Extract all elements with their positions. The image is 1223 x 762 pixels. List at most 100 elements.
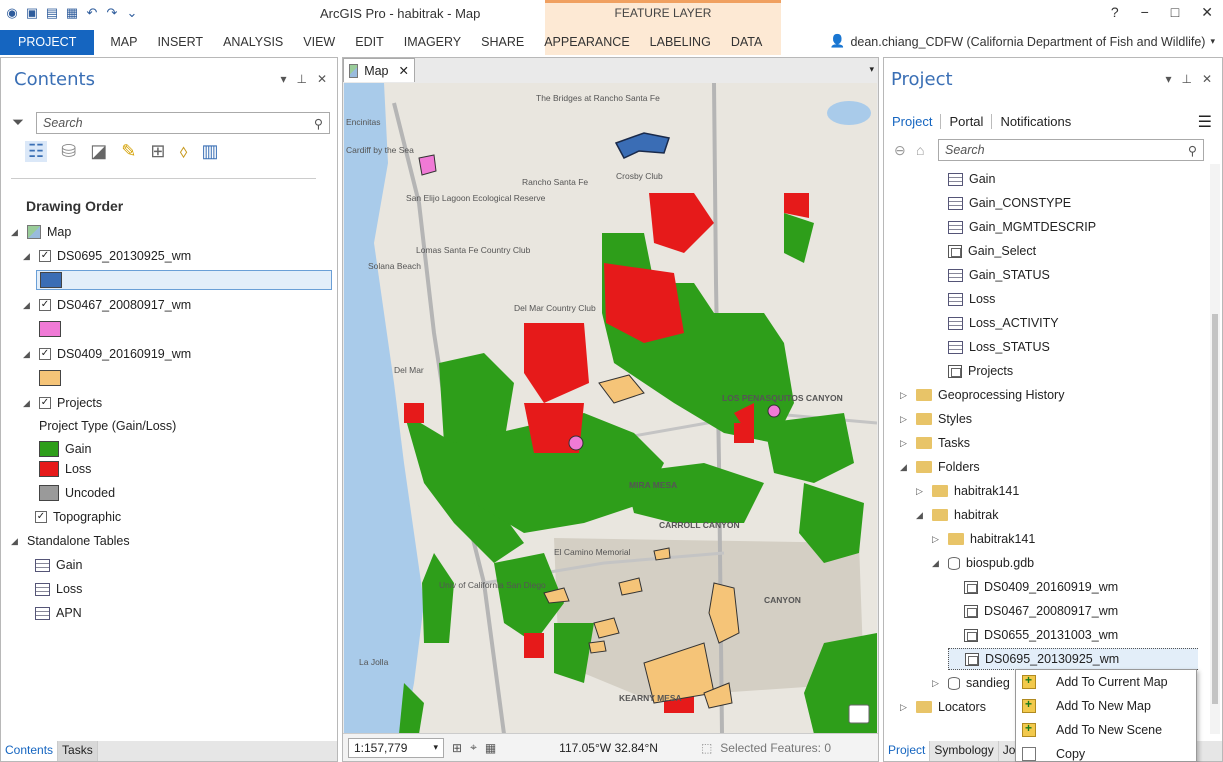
grid-icon[interactable]: ▦ (485, 741, 496, 755)
catalog-item[interactable]: Loss_STATUS (932, 336, 1050, 358)
pane-menu-icon[interactable]: ▾ (1165, 72, 1171, 86)
collapse-icon[interactable]: ◢ (23, 398, 33, 409)
catalog-item[interactable]: Gain (932, 168, 995, 190)
menu-icon[interactable]: ☰ (1198, 112, 1212, 132)
user-account[interactable]: 👤 dean.chiang_CDFW (California Departmen… (830, 34, 1215, 49)
uncoded-swatch[interactable] (39, 485, 59, 501)
expand-icon[interactable]: ▷ (900, 390, 910, 401)
tab-contents[interactable]: Contents (1, 741, 59, 761)
charts-icon[interactable]: ▥ (202, 141, 219, 162)
back-icon[interactable]: ⊖ (894, 142, 906, 159)
class-uncoded[interactable]: Uncoded (39, 482, 115, 504)
editing-icon[interactable]: ✎ (121, 141, 136, 162)
catalog-item[interactable]: ▷ Locators (900, 696, 986, 718)
layer-ds0409[interactable]: ◢ ✓ DS0409_20160919_wm (23, 343, 191, 365)
data-source-icon[interactable]: ⛁ (61, 141, 76, 162)
layer-ds0467[interactable]: ◢ ✓ DS0467_20080917_wm (23, 294, 191, 316)
collapse-icon[interactable]: ◢ (23, 349, 33, 360)
map-canvas[interactable]: The Bridges at Rancho Santa Fe Rancho Sa… (344, 83, 877, 734)
expand-icon[interactable]: ▷ (932, 534, 942, 545)
standalone-tables-node[interactable]: ◢ Standalone Tables (11, 530, 130, 552)
project-search-input[interactable]: Search ⚲ (938, 139, 1204, 161)
close-pane-icon[interactable]: ✕ (317, 72, 327, 86)
navigate-icon[interactable]: ⊞ (452, 741, 462, 755)
layer-symbol-swatch[interactable] (40, 272, 62, 288)
tab-project-bottom[interactable]: Project (884, 741, 931, 761)
class-loss[interactable]: Loss (39, 458, 91, 480)
layer-visibility-checkbox[interactable]: ✓ (39, 299, 51, 311)
table-gain[interactable]: Gain (35, 554, 82, 576)
catalog-item[interactable]: ◢ biospub.gdb (932, 552, 1034, 574)
catalog-item[interactable]: ▷ habitrak141 (932, 528, 1035, 550)
layer-symbol-swatch[interactable] (39, 321, 61, 337)
catalog-item[interactable]: DS0655_20131003_wm (948, 624, 1118, 646)
class-gain[interactable]: Gain (39, 438, 91, 460)
scrollbar-thumb[interactable] (1212, 314, 1218, 704)
layer-ds0695[interactable]: ◢ ✓ DS0695_20130925_wm (23, 245, 191, 267)
collapse-icon[interactable]: ◢ (23, 300, 33, 311)
table-apn[interactable]: APN (35, 602, 82, 624)
catalog-item[interactable]: DS0467_20080917_wm (948, 600, 1118, 622)
customize-icon[interactable]: ⌄ (124, 5, 140, 21)
expand-icon[interactable]: ▷ (900, 438, 910, 449)
tab-symbology[interactable]: Symbology (930, 741, 999, 761)
home-icon[interactable]: ⌂ (916, 142, 924, 158)
catalog-item[interactable]: ▷ habitrak141 (916, 480, 1019, 502)
loss-swatch[interactable] (39, 461, 59, 477)
map-svg[interactable]: The Bridges at Rancho Santa Fe Rancho Sa… (344, 83, 877, 734)
add-to-new-map-item[interactable]: Add To New Map (1016, 694, 1196, 718)
catalog-item[interactable]: DS0695_20130925_wm (948, 648, 1198, 670)
locate-icon[interactable]: ⌖ (470, 740, 477, 755)
catalog-item[interactable]: Gain_Select (932, 240, 1036, 262)
tab-share[interactable]: SHARE (471, 30, 534, 55)
save-icon[interactable]: ▦ (64, 5, 80, 21)
catalog-item[interactable]: ▷ Geoprocessing History (900, 384, 1064, 406)
drawing-order-icon[interactable]: ☷ (25, 141, 48, 162)
map-overlay-button[interactable] (848, 704, 870, 724)
table-loss[interactable]: Loss (35, 578, 82, 600)
layer-symbol-swatch[interactable] (39, 370, 61, 386)
new-project-icon[interactable]: ▣ (24, 5, 40, 21)
catalog-item[interactable]: ▷ sandieg (932, 672, 1010, 694)
add-to-new-scene-item[interactable]: Add To New Scene (1016, 718, 1196, 742)
tab-map[interactable]: MAP (100, 30, 147, 55)
tab-analysis[interactable]: ANALYSIS (213, 30, 293, 55)
tab-insert[interactable]: INSERT (147, 30, 213, 55)
tab-edit[interactable]: EDIT (345, 30, 393, 55)
redo-icon[interactable]: ↷ (104, 5, 120, 21)
collapse-icon[interactable]: ◢ (11, 536, 21, 547)
catalog-item[interactable]: Gain_MGMTDESCRIP (932, 216, 1096, 238)
expand-icon[interactable]: ◢ (932, 558, 942, 569)
tab-appearance[interactable]: APPEARANCE (534, 30, 639, 55)
catalog-item[interactable]: ◢ habitrak (916, 504, 998, 526)
chevron-down-icon[interactable]: ▾ (869, 64, 874, 75)
layer-projects[interactable]: ◢ ✓ Projects (23, 392, 102, 414)
expand-icon[interactable]: ◢ (916, 510, 926, 521)
layer-visibility-checkbox[interactable]: ✓ (35, 511, 47, 523)
contents-search-input[interactable]: Search ⚲ (36, 112, 330, 134)
collapse-icon[interactable]: ◢ (23, 251, 33, 262)
map-tab[interactable]: Map ✕ (343, 58, 415, 82)
catalog-item[interactable]: Gain_STATUS (932, 264, 1050, 286)
expand-icon[interactable]: ▷ (900, 414, 910, 425)
subtab-project[interactable]: Project (892, 114, 942, 129)
catalog-item[interactable]: Projects (932, 360, 1013, 382)
tab-project[interactable]: PROJECT (0, 30, 95, 55)
snapping-icon[interactable]: ⊞ (150, 141, 165, 162)
close-button[interactable]: ✕ (1201, 4, 1213, 21)
catalog-item[interactable]: ◢ Folders (900, 456, 980, 478)
layer-visibility-checkbox[interactable]: ✓ (39, 348, 51, 360)
layer-topographic[interactable]: ✓ Topographic (35, 506, 121, 528)
subtab-portal[interactable]: Portal (941, 114, 993, 129)
add-to-current-map-item[interactable]: Add To Current Map (1016, 670, 1196, 694)
close-icon[interactable]: ✕ (399, 63, 409, 78)
catalog-item[interactable]: ▷ Tasks (900, 432, 970, 454)
filter-icon[interactable]: ⏷ (12, 114, 24, 131)
help-button[interactable]: ? (1111, 4, 1119, 21)
gain-swatch[interactable] (39, 441, 59, 457)
scrollbar[interactable] (1210, 164, 1220, 734)
app-icon[interactable]: ◉ (4, 5, 20, 21)
expand-icon[interactable]: ▷ (916, 486, 926, 497)
layer-symbol-row-selected[interactable] (36, 270, 332, 290)
expand-icon[interactable]: ◢ (900, 462, 910, 473)
